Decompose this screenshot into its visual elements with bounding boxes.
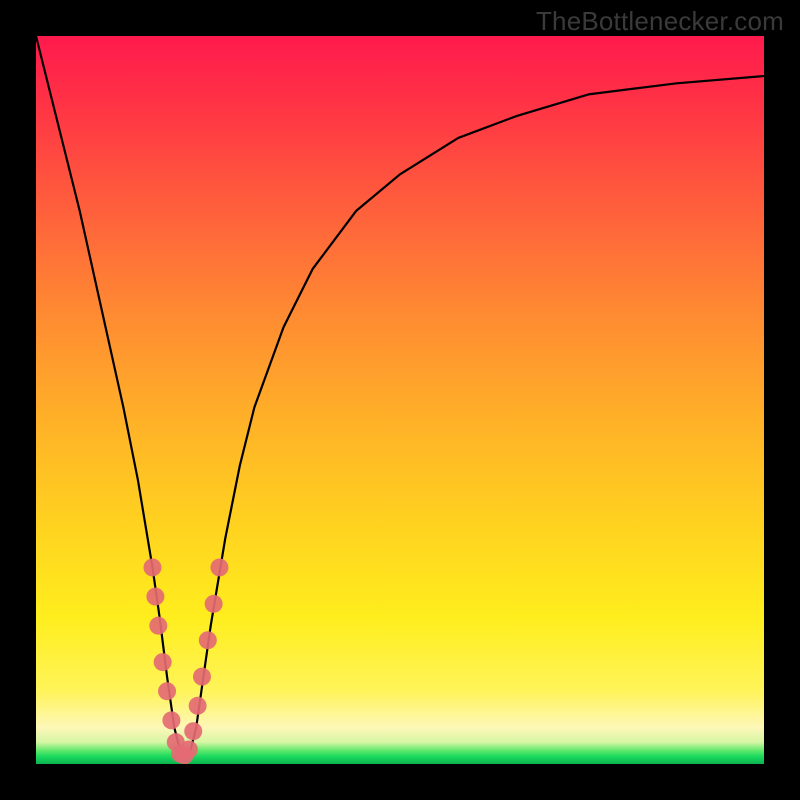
highlight-dot	[154, 653, 172, 671]
curve-layer	[36, 36, 764, 764]
highlight-dot	[205, 595, 223, 613]
highlight-dot	[143, 558, 161, 576]
watermark: TheBottlenecker.com	[536, 6, 784, 37]
highlight-dot	[149, 617, 167, 635]
chart-frame: TheBottlenecker.com	[0, 0, 800, 800]
highlight-dot	[189, 697, 207, 715]
bottleneck-curve	[36, 36, 764, 757]
highlight-dot	[184, 722, 202, 740]
highlight-dot	[180, 740, 198, 758]
plot-area	[36, 36, 764, 764]
highlight-dot	[199, 631, 217, 649]
highlight-dot	[193, 668, 211, 686]
highlight-dot	[158, 682, 176, 700]
highlight-dot	[146, 588, 164, 606]
highlight-dot	[162, 711, 180, 729]
highlight-dot	[210, 558, 228, 576]
